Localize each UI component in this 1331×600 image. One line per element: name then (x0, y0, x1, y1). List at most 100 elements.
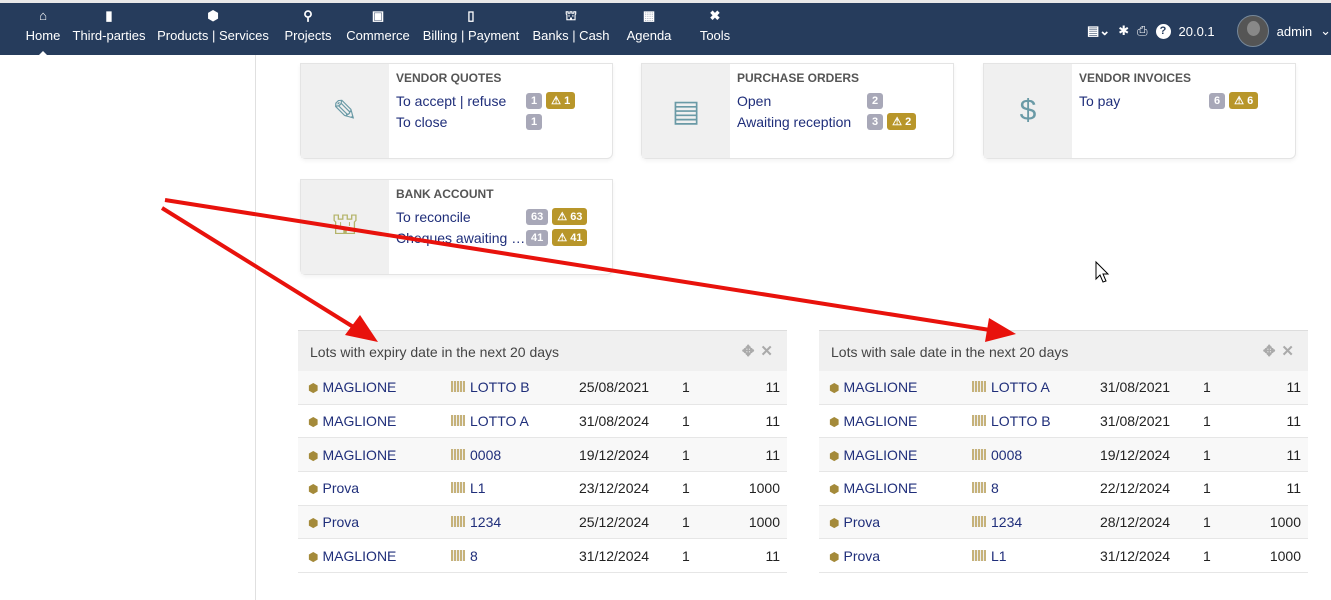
product-link[interactable]: Prova (322, 480, 359, 496)
cube-icon: ⬢ (207, 8, 219, 23)
product-link[interactable]: MAGLIONE (843, 447, 917, 463)
product-link[interactable]: Prova (322, 514, 359, 530)
lot-link[interactable]: LOTTO A (470, 413, 529, 429)
lot-link[interactable]: L1 (991, 548, 1007, 564)
product-icon: ⬢ (829, 516, 840, 531)
count-badge[interactable]: 6 (1209, 92, 1226, 109)
card-link[interactable]: Open (737, 93, 867, 109)
late-badge[interactable]: ⚠ 41 (552, 229, 588, 246)
count-badge[interactable]: 1 (526, 92, 543, 109)
card-link[interactable]: Cheques awaiting deposit (396, 230, 526, 246)
nav-item-projects[interactable]: ⚲ Projects (284, 3, 332, 55)
lot-link[interactable]: LOTTO B (470, 379, 530, 395)
move-icon[interactable]: ✥ (742, 343, 761, 360)
product-icon: ⬢ (829, 448, 840, 463)
lots-panel: Lots with sale date in the next 20 days ✥… (819, 330, 1308, 574)
product-link[interactable]: Prova (843, 548, 880, 564)
card-line: To pay 6 ⚠ 6 (1079, 90, 1289, 111)
table-row: ⬢ Prova L1 23/12/2024 1 1000 (298, 472, 787, 506)
print-icon[interactable]: ⎙ (1137, 23, 1147, 39)
nav-item-third-parties[interactable]: ▮ Third-parties (72, 3, 146, 55)
avatar[interactable] (1236, 15, 1269, 47)
late-badge[interactable]: ⚠ 6 (1229, 92, 1259, 109)
card-link[interactable]: To close (396, 114, 526, 130)
late-badge[interactable]: ⚠ 2 (887, 113, 917, 130)
navbar-right: ▤⌄ ✱ ⎙ ? 20.0.1 admin ⌄ (1087, 15, 1331, 47)
nav-item-commerce[interactable]: ▣ Commerce (346, 3, 410, 55)
user-name[interactable]: admin (1277, 24, 1312, 39)
product-link[interactable]: MAGLIONE (322, 379, 396, 395)
product-link[interactable]: MAGLIONE (322, 413, 396, 429)
lots-panel: Lots with expiry date in the next 20 day… (298, 330, 787, 574)
panel-title: Lots with sale date in the next 20 days (831, 344, 1069, 360)
count-cell: 1 (682, 446, 690, 463)
lot-link[interactable]: LOTTO A (991, 379, 1050, 395)
nav-item-home[interactable]: ⌂ Home (17, 3, 69, 56)
lot-link[interactable]: LOTTO B (991, 413, 1051, 429)
card-link[interactable]: Awaiting reception (737, 114, 867, 130)
count-cell: 1 (1203, 547, 1211, 564)
count-badge[interactable]: 1 (526, 113, 543, 130)
product-link[interactable]: MAGLIONE (843, 379, 917, 395)
warning-icon: ⚠ (551, 95, 561, 107)
late-badge[interactable]: ⚠ 1 (546, 92, 576, 109)
count-badge[interactable]: 41 (526, 229, 549, 246)
product-link[interactable]: MAGLIONE (322, 548, 396, 564)
product-icon: ⬢ (308, 448, 319, 463)
nav-item-tools[interactable]: ✖ Tools (698, 3, 732, 55)
nav-item-products-services[interactable]: ⬢ Products | Services (156, 3, 270, 55)
card-line: Cheques awaiting deposit41⚠ 41 (396, 227, 606, 248)
barcode-icon (972, 516, 986, 528)
table-row: ⬢ MAGLIONE LOTTO B 31/08/2021 1 11 (819, 405, 1308, 439)
card-link[interactable]: To accept | refuse (396, 93, 526, 109)
lot-link[interactable]: 8 (470, 548, 478, 564)
close-icon[interactable]: ✕ (1281, 343, 1300, 360)
count-badge[interactable]: 2 (867, 92, 884, 109)
box-bank-account: ⛫ BANK ACCOUNT To reconcile 63 ⚠ 63 Cheques a… (300, 179, 613, 275)
card-link[interactable]: To pay (1079, 93, 1209, 109)
date-cell: 31/12/2024 (579, 547, 650, 564)
order-icon: ▤ (642, 64, 730, 158)
product-icon: ⬢ (829, 549, 840, 564)
qty-cell: 1000 (748, 480, 780, 497)
user-card-icon[interactable]: ▤⌄ (1087, 23, 1110, 39)
lot-link[interactable]: L1 (470, 480, 486, 496)
lot-link[interactable]: 8 (991, 480, 999, 496)
date-cell: 31/08/2021 (1100, 379, 1171, 396)
signature-icon: ✎ (301, 64, 389, 158)
chevron-down-icon[interactable]: ⌄ (1320, 23, 1331, 39)
lot-link[interactable]: 1234 (470, 514, 501, 530)
count-badge[interactable]: 3 (867, 113, 884, 130)
count-badge[interactable]: 63 (526, 208, 549, 225)
move-icon[interactable]: ✥ (1263, 343, 1282, 360)
product-link[interactable]: MAGLIONE (322, 447, 396, 463)
nav-item-banks-cash[interactable]: ⛫ Banks | Cash (531, 3, 611, 55)
product-link[interactable]: MAGLIONE (843, 413, 917, 429)
count-cell: 1 (682, 379, 690, 396)
tools-icon: ✖ (709, 8, 721, 23)
product-icon: ⬢ (308, 415, 319, 430)
invoice-icon: ▯ (467, 8, 475, 23)
lot-link[interactable]: 0008 (991, 447, 1022, 463)
lot-link[interactable]: 0008 (470, 447, 501, 463)
barcode-icon (972, 549, 986, 561)
building-icon: ▮ (105, 8, 113, 23)
box-purchase-orders: ▤ PURCHASE ORDERS Open 2 Awaiting reception 3… (641, 63, 954, 159)
card-title: PURCHASE ORDERS (737, 71, 860, 85)
card-link[interactable]: To reconcile (396, 209, 526, 225)
nav-item-billing-payment[interactable]: ▯ Billing | Payment (421, 3, 521, 55)
nav-item-agenda[interactable]: ▦ Agenda (626, 3, 672, 55)
card-title: BANK ACCOUNT (396, 187, 494, 201)
late-badge[interactable]: ⚠ 63 (552, 208, 588, 225)
bug-icon[interactable]: ✱ (1118, 23, 1129, 39)
help-icon[interactable]: ? (1155, 23, 1171, 39)
count-cell: 1 (1203, 480, 1211, 497)
close-icon[interactable]: ✕ (760, 343, 779, 360)
qty-cell: 11 (1286, 379, 1301, 396)
mouse-cursor-icon (1095, 260, 1110, 283)
table-row: ⬢ MAGLIONE 8 31/12/2024 1 11 (298, 539, 787, 574)
product-link[interactable]: Prova (843, 514, 880, 530)
product-link[interactable]: MAGLIONE (843, 480, 917, 496)
lot-link[interactable]: 1234 (991, 514, 1022, 530)
barcode-icon (972, 415, 986, 427)
